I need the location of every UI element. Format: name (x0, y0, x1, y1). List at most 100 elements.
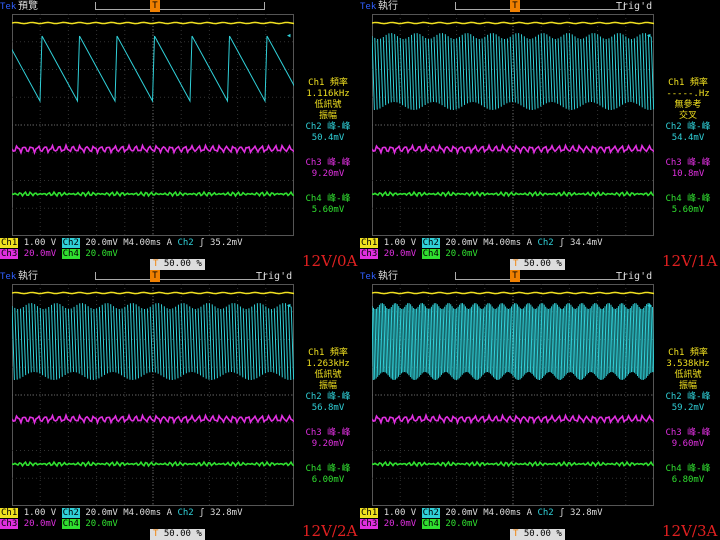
ch1-meas-label: Ch1 頻率 (668, 348, 708, 358)
measurement-readout: Ch1 頻率 1.263kHz 低訊號 振幅 Ch2 峰-峰 56.8mV Ch… (296, 348, 360, 486)
trigger-level-icon: ◂ (646, 31, 651, 41)
tek-logo: Tek (0, 2, 17, 12)
acquisition-state: 執行 (378, 1, 398, 12)
ch2-meas-label: Ch2 峰-峰 (665, 392, 711, 402)
slope-icon: ʃ (559, 238, 565, 248)
trigger-level-icon: ◂ (646, 301, 651, 311)
ch3-scale: 20.0mV (383, 519, 417, 529)
ch3-meas-value: 9.60mV (671, 439, 705, 449)
scope-panel-2a: Tek 執行 T Trig'd 1234◂ Ch1 頻率 1.263kHz 低訊… (0, 270, 360, 540)
record-bar (455, 2, 625, 10)
ch1-meas-label: Ch1 頻率 (308, 78, 348, 88)
ch2-meas-value: 54.4mV (671, 133, 705, 143)
trigger-position-icon: T (150, 0, 160, 12)
trigger-mode: A (526, 508, 533, 518)
ch4-tag: Ch4 (61, 519, 80, 529)
ch3-meas-value: 9.20mV (311, 169, 345, 179)
ch1-tag: Ch1 (0, 508, 19, 518)
trigger-position-readout: T 50.00 % (150, 259, 205, 270)
ch4-meas-label: Ch4 峰-峰 (665, 194, 711, 204)
scope-panel-3a: Tek 執行 T Trig'd 1234◂ Ch1 頻率 3.538kHz 低訊… (360, 270, 720, 540)
record-bar (95, 2, 265, 10)
ch3-tag: Ch3 (0, 519, 19, 529)
timebase: M4.00ms (483, 238, 522, 248)
ch1-scale: 1.00 V (383, 508, 417, 518)
status-bar: Tek 執行 T Trig'd (360, 0, 720, 14)
trigger-source: Ch2 (177, 508, 194, 518)
timebase: M4.00ms (123, 508, 162, 518)
graticule (12, 14, 294, 236)
ch2-tag: Ch2 (421, 508, 440, 518)
trigger-level: 34.4mV (569, 238, 603, 248)
trigger-percent: 50.00 % (523, 529, 562, 539)
ch1-meas-value: 1.116kHz (306, 89, 350, 99)
record-bar (455, 272, 625, 280)
ch1-meas-note2: 振幅 (318, 381, 337, 391)
slope-icon: ʃ (199, 508, 205, 518)
ch4-meas-value: 5.60mV (671, 205, 705, 215)
ch3-meas-label: Ch3 峰-峰 (665, 158, 711, 168)
ch4-trace (372, 460, 654, 468)
ch1-tag: Ch1 (360, 238, 379, 248)
ch3-meas-label: Ch3 峰-峰 (305, 158, 351, 168)
ch1-meas-note: 低訊號 (674, 370, 702, 380)
ch2-tag: Ch2 (61, 508, 80, 518)
ch3-meas-value: 10.8mV (671, 169, 705, 179)
ch1-meas-note2: 交叉 (678, 111, 697, 121)
ch2-scale: 20.0mV (85, 238, 118, 248)
scope-panel-0a: Tek 預覽 T 1234◂ Ch1 頻率 1.116kHz 低訊號 振幅 Ch… (0, 0, 360, 270)
scope-panel-1a: Tek 執行 T Trig'd 1234◂ Ch1 頻率 -----.Hz 無參… (360, 0, 720, 270)
load-condition-label: 12V/2A (302, 522, 358, 540)
ch4-meas-label: Ch4 峰-峰 (665, 464, 711, 474)
measurement-readout: Ch1 頻率 1.116kHz 低訊號 振幅 Ch2 峰-峰 50.4mV Ch… (296, 78, 360, 216)
ch3-scale: 20.0mV (383, 249, 417, 259)
trigger-percent: 50.00 % (523, 259, 562, 269)
trigger-percent: 50.00 % (163, 259, 202, 269)
trigger-mode: A (166, 238, 173, 248)
ch2-meas-value: 50.4mV (311, 133, 345, 143)
ch2-tag: Ch2 (421, 238, 440, 248)
waveform-display: 1234◂ (372, 14, 654, 236)
ch1-meas-value: -----.Hz (666, 89, 710, 99)
measurement-readout: Ch1 頻率 3.538kHz 低訊號 振幅 Ch2 峰-峰 59.2mV Ch… (656, 348, 720, 486)
ch2-meas-label: Ch2 峰-峰 (305, 392, 351, 402)
ch1-tag: Ch1 (0, 238, 19, 248)
trigger-position-readout: T 50.00 % (510, 259, 565, 270)
ch3-scale: 20.0mV (23, 519, 57, 529)
trigger-status: Trig'd (256, 271, 293, 282)
ch2-scale: 20.0mV (445, 238, 478, 248)
ch1-meas-label: Ch1 頻率 (308, 348, 348, 358)
waveform-display: 1234◂ (12, 284, 294, 506)
measurement-readout: Ch1 頻率 -----.Hz 無參考 交叉 Ch2 峰-峰 54.4mV Ch… (656, 78, 720, 216)
trigger-mode: A (166, 508, 173, 518)
ch1-meas-note2: 振幅 (318, 111, 337, 121)
ch3-tag: Ch3 (360, 519, 379, 529)
status-bar: Tek 執行 T Trig'd (0, 270, 360, 284)
trigger-level: 32.8mV (569, 508, 603, 518)
trigger-position-icon: T (510, 0, 520, 12)
ch4-scale: 20.0mV (445, 249, 478, 259)
acquisition-state: 預覽 (18, 1, 38, 12)
ch4-meas-value: 5.60mV (311, 205, 345, 215)
ch4-scale: 20.0mV (445, 519, 478, 529)
channel-settings: Ch1 1.00 V Ch2 20.0mV M4.00ms A Ch2 ʃ 35… (0, 238, 300, 260)
ch3-tag: Ch3 (360, 249, 379, 259)
trigger-level: 35.2mV (209, 238, 243, 248)
trigger-position-readout: T 50.00 % (510, 529, 565, 540)
trigger-status: Trig'd (616, 1, 653, 12)
channel-settings: Ch1 1.00 V Ch2 20.0mV M4.00ms A Ch2 ʃ 32… (360, 508, 660, 530)
ch2-trace (12, 35, 294, 103)
ch2-scale: 20.0mV (85, 508, 118, 518)
ch3-scale: 20.0mV (23, 249, 57, 259)
channel-settings: Ch1 1.00 V Ch2 20.0mV M4.00ms A Ch2 ʃ 34… (360, 238, 660, 260)
ch4-meas-value: 6.00mV (311, 475, 345, 485)
trigger-source: Ch2 (177, 238, 194, 248)
slope-icon: ʃ (199, 238, 205, 248)
ch2-scale: 20.0mV (445, 508, 478, 518)
trigger-mode: A (526, 238, 533, 248)
timebase: M4.00ms (123, 238, 162, 248)
slope-icon: ʃ (559, 508, 565, 518)
status-bar: Tek 預覽 T (0, 0, 360, 14)
ch3-meas-label: Ch3 峰-峰 (305, 428, 351, 438)
ch1-scale: 1.00 V (23, 238, 57, 248)
